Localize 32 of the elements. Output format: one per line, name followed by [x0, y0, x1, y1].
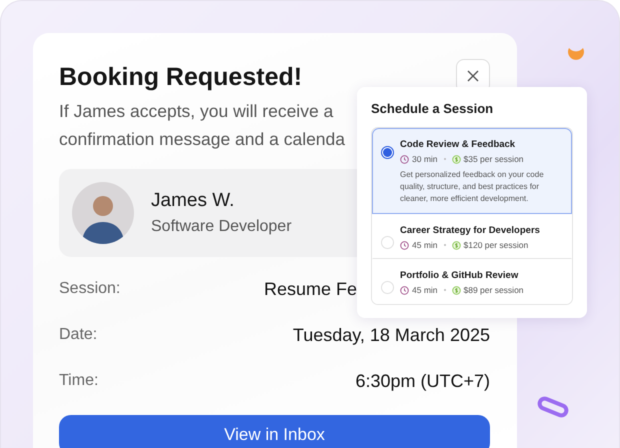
session-duration: 45 min [412, 285, 438, 295]
session-name: Career Strategy for Developers [400, 224, 540, 237]
dollar-coin-icon [452, 154, 461, 164]
dollar-coin-icon [452, 240, 461, 250]
message-text: confirmation message and a calenda [59, 128, 346, 151]
session-price: $35 per session [464, 154, 524, 164]
card-title: Booking Requested! [59, 62, 302, 93]
session-price: $120 per session [464, 240, 528, 250]
session-description: Get personalized feedback on your code quality, structure, and best practices for cleaner, more efficient development. [400, 169, 545, 205]
session-name: Code Review & Feedback [400, 138, 516, 151]
popup-title: Schedule a Session [371, 101, 494, 116]
detail-label: Time: [59, 372, 98, 390]
clock-icon [400, 154, 409, 164]
detail-value: Tuesday, 18 March 2025 [292, 324, 490, 346]
clock-icon [400, 286, 409, 294]
detail-value: 6:30pm (UTC+7) [355, 370, 490, 392]
profile-name: James W. [151, 190, 236, 212]
message-text: If James accepts, you will receive a [59, 100, 334, 123]
session-name: Portfolio & GitHub Review [400, 269, 520, 282]
session-duration: 30 min [412, 154, 438, 164]
session-price: $89 per session [464, 285, 524, 295]
close-icon [467, 70, 479, 82]
radio-button[interactable] [381, 146, 394, 159]
detail-value: Resume Fe [264, 278, 357, 300]
session-option[interactable]: Code Review & Feedback 30 min $35 per session Get personalized feedback on your code quality, structure, and best practices for cleaner, more efficient development. [372, 128, 572, 214]
detail-label: Session: [59, 280, 120, 298]
dollar-coin-icon [452, 286, 461, 294]
session-duration: 45 min [412, 240, 438, 250]
clock-icon [400, 240, 409, 250]
view-inbox-button[interactable]: View in Inbox [59, 415, 490, 448]
detail-label: Date: [59, 326, 98, 344]
profile-role: Software Developer [151, 218, 292, 236]
